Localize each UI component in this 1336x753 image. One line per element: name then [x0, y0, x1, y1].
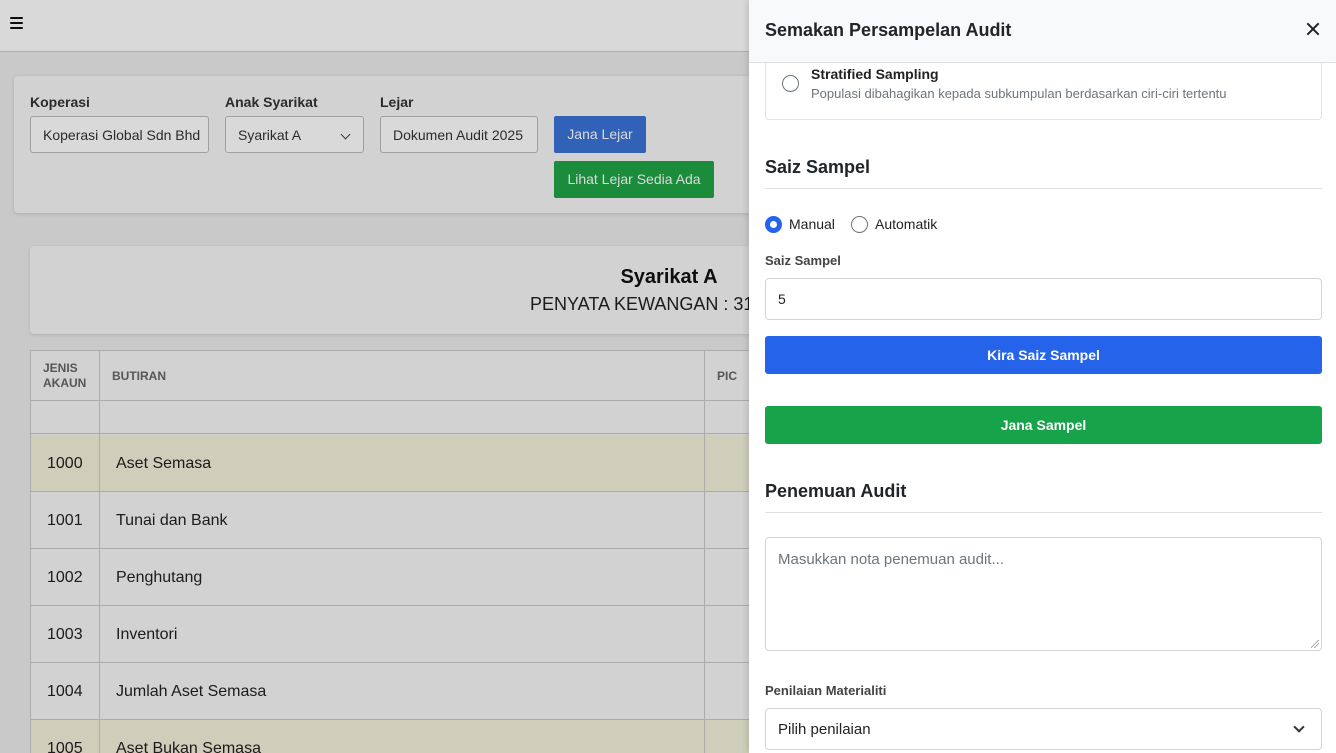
stratified-title: Stratified Sampling: [811, 66, 939, 82]
drawer-header: Semakan Persampelan Audit: [749, 0, 1336, 63]
automatik-radio-label[interactable]: Automatik: [875, 216, 937, 232]
chevron-down-icon: [1293, 721, 1305, 733]
kira-saiz-sampel-button[interactable]: Kira Saiz Sampel: [765, 336, 1322, 374]
saiz-sampel-label: Saiz Sampel: [765, 253, 841, 268]
resize-handle-icon[interactable]: [1311, 640, 1319, 648]
saiz-sampel-input[interactable]: 5: [765, 278, 1322, 320]
section-divider: [765, 512, 1322, 513]
saiz-sampel-heading: Saiz Sampel: [765, 157, 871, 177]
drawer-title: Semakan Persampelan Audit: [765, 20, 1012, 40]
manual-radio[interactable]: [765, 216, 782, 233]
jana-sampel-button[interactable]: Jana Sampel: [765, 406, 1322, 444]
penilaian-materialiti-select[interactable]: Pilih penilaian: [765, 708, 1322, 750]
section-divider: [765, 188, 1322, 189]
nota-penemuan-textarea[interactable]: Masukkan nota penemuan audit...: [765, 537, 1322, 651]
stratified-radio[interactable]: [782, 75, 799, 92]
stratified-sampling-option[interactable]: Stratified Sampling Populasi dibahagikan…: [765, 63, 1322, 120]
automatik-radio[interactable]: [851, 216, 868, 233]
stratified-description: Populasi dibahagikan kepada subkumpulan …: [811, 86, 1227, 101]
penemuan-audit-heading: Penemuan Audit: [765, 481, 907, 501]
nota-placeholder: Masukkan nota penemuan audit...: [778, 551, 1004, 568]
close-icon[interactable]: [1302, 18, 1324, 40]
penilaian-materialiti-label: Penilaian Materialiti: [765, 683, 887, 698]
materialiti-selected-value: Pilih penilaian: [778, 721, 871, 738]
manual-radio-label[interactable]: Manual: [789, 216, 835, 232]
audit-sampling-drawer: Semakan Persampelan Audit Stratified Sam…: [749, 0, 1336, 753]
